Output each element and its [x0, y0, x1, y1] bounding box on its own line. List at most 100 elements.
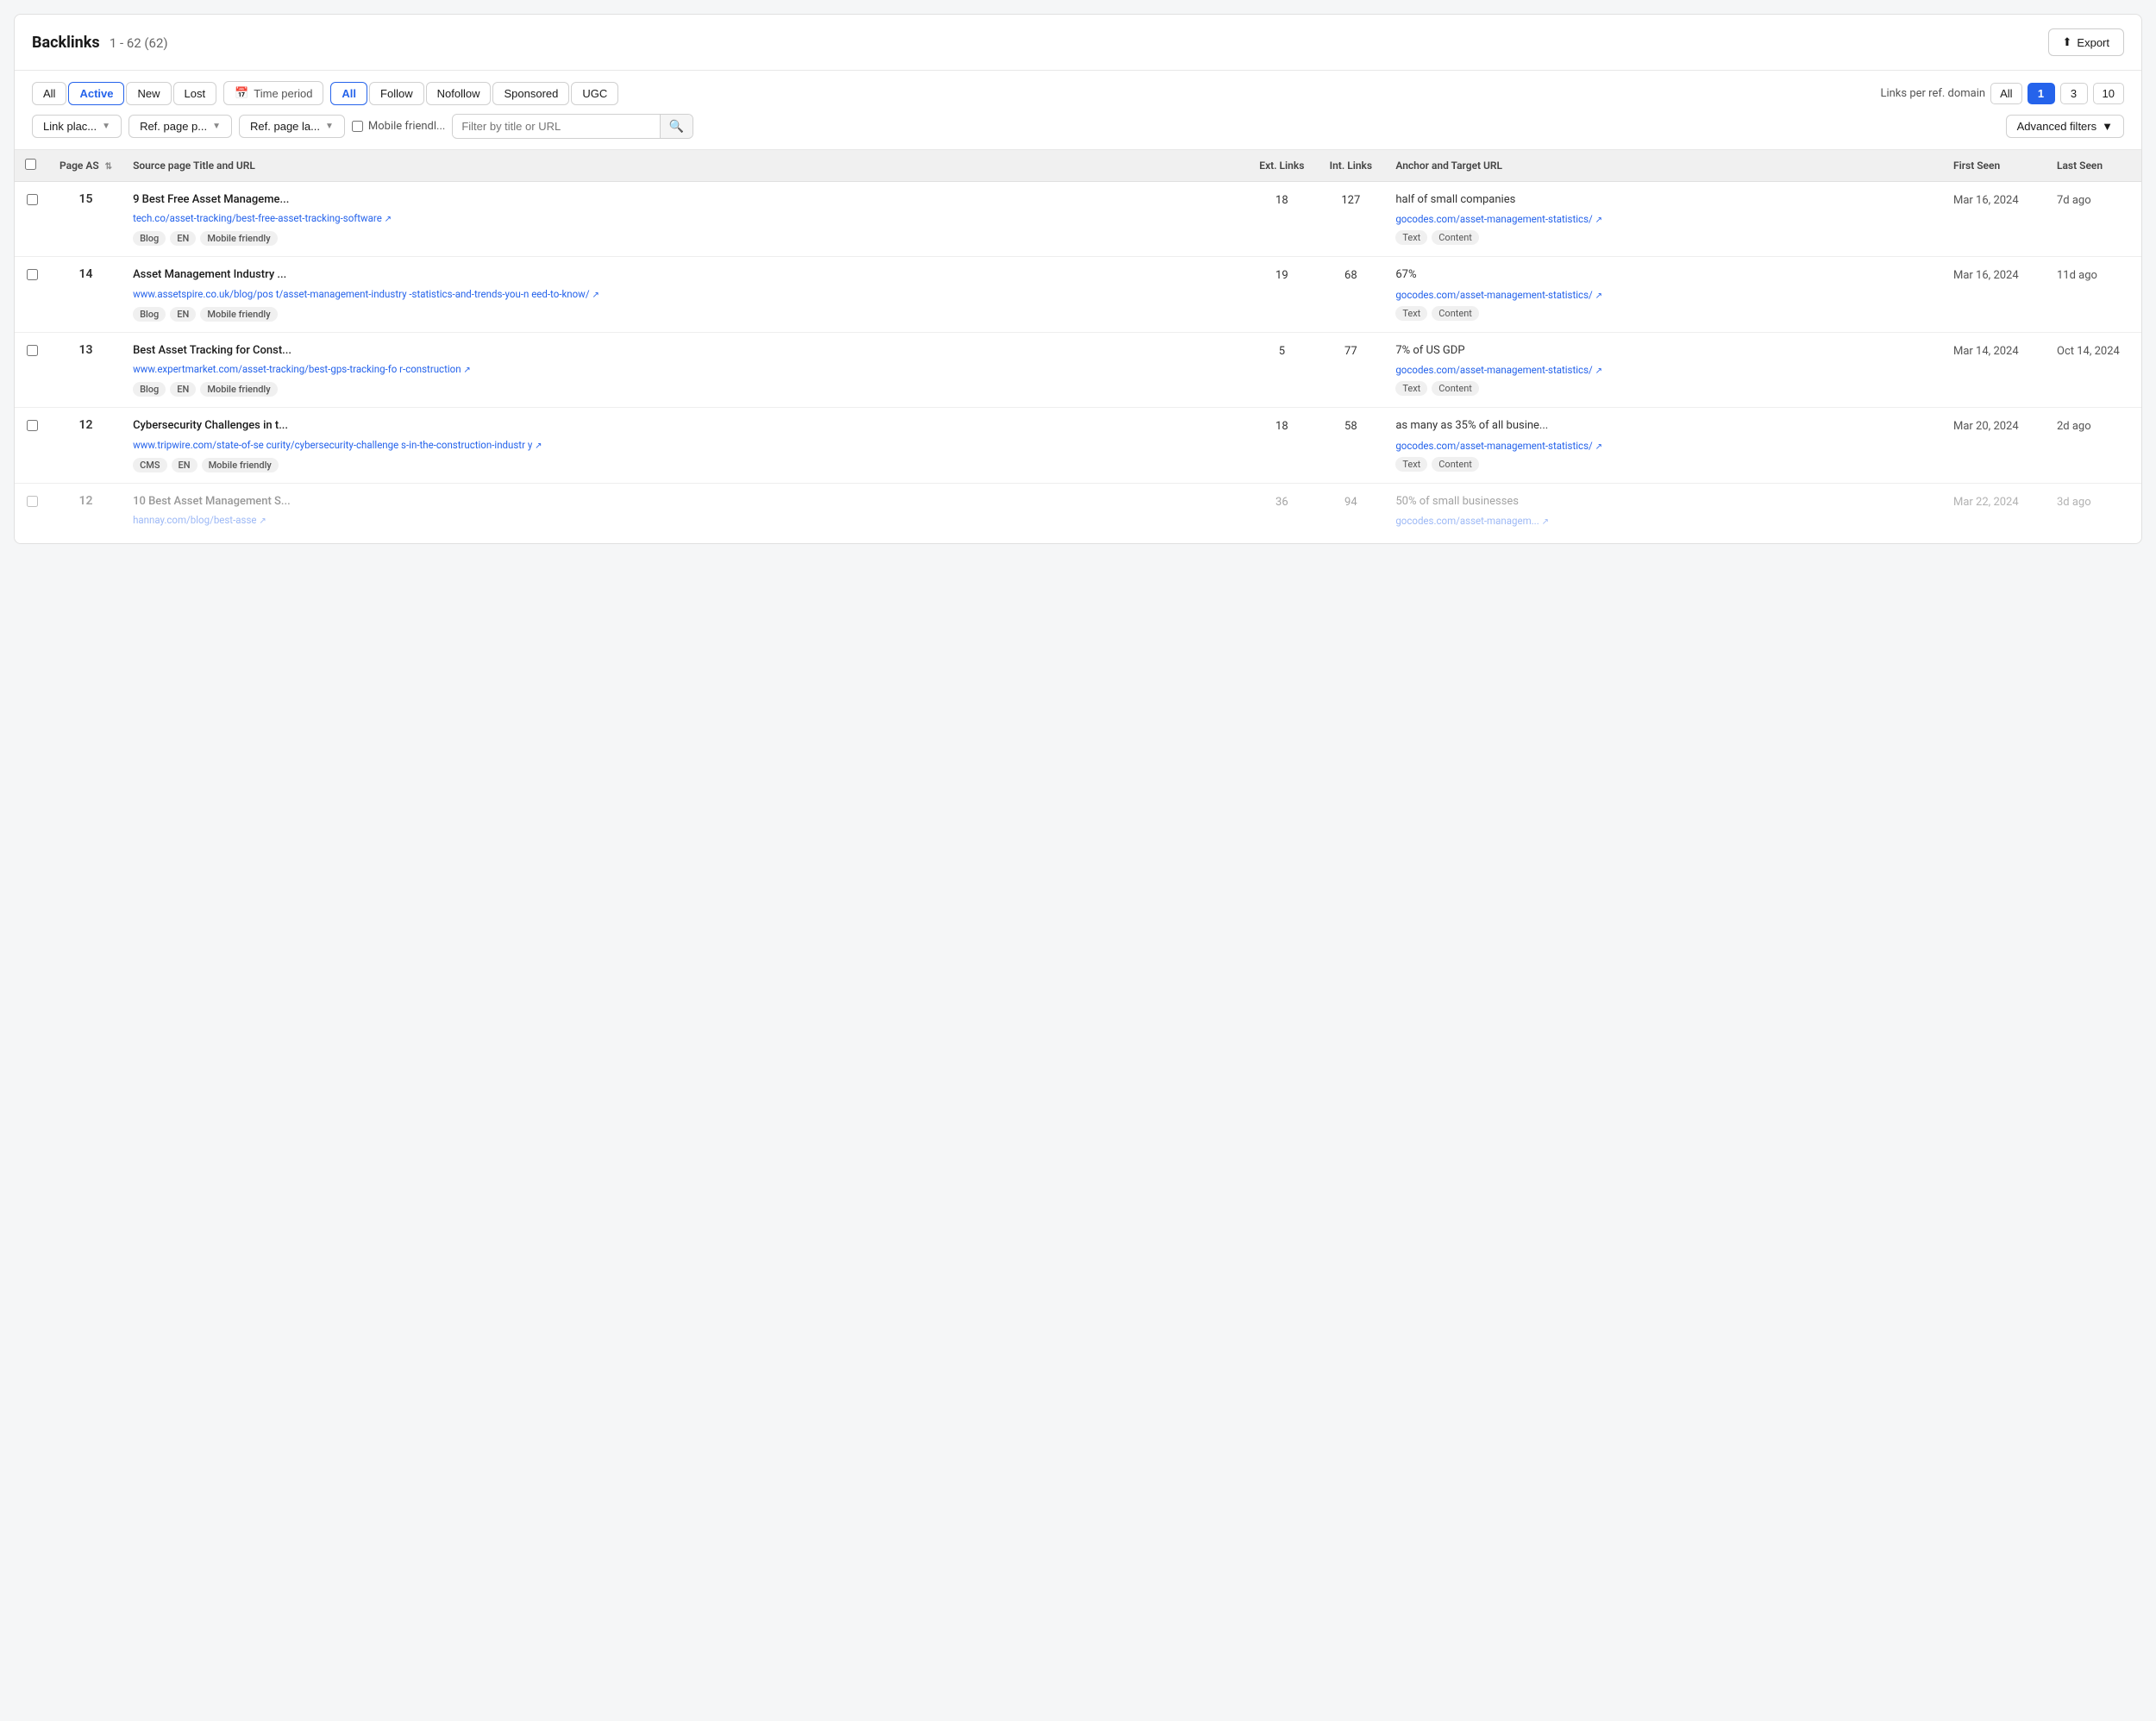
source-url[interactable]: www.assetspire.co.uk/blog/pos t/asset-ma… [133, 287, 1237, 302]
status-filter-all[interactable]: All [32, 82, 66, 105]
external-link-icon: ↗ [385, 215, 392, 224]
status-filter-active[interactable]: Active [68, 82, 124, 105]
link-type-nofollow[interactable]: Nofollow [426, 82, 492, 105]
ref-page-lang-dropdown[interactable]: Ref. page la... ▼ [239, 115, 345, 138]
anchor-url-link[interactable]: gocodes.com/asset-managem... [1395, 515, 1539, 527]
link-type-sponsored[interactable]: Sponsored [492, 82, 569, 105]
source-title: 9 Best Free Asset Manageme... [133, 192, 1237, 208]
source-url-link[interactable]: www.assetspire.co.uk/blog/pos t/asset-ma… [133, 288, 590, 300]
row-ext-links: 36 [1247, 483, 1316, 543]
anchor-url[interactable]: gocodes.com/asset-management-statistics/… [1395, 364, 1933, 376]
source-tag: EN [170, 382, 196, 397]
external-link-icon: ↗ [592, 291, 599, 300]
external-link-icon: ↗ [1595, 366, 1602, 376]
table-body: 15 9 Best Free Asset Manageme... tech.co… [15, 182, 2141, 544]
source-url-link[interactable]: www.expertmarket.com/asset-tracking/best… [133, 363, 461, 375]
mobile-friendly-checkbox[interactable] [352, 121, 363, 132]
anchor-tag: Content [1432, 306, 1479, 321]
row-anchor: half of small companies gocodes.com/asse… [1385, 182, 1943, 257]
search-button[interactable]: 🔍 [660, 115, 693, 138]
link-type-filter-group: All Follow Nofollow Sponsored UGC [330, 82, 618, 105]
row-checkbox-cell [15, 182, 49, 257]
sort-icon: ⇅ [105, 162, 112, 172]
table-row: 12 Cybersecurity Challenges in t... www.… [15, 408, 2141, 483]
row-int-links: 58 [1316, 408, 1385, 483]
row-first-seen: Mar 16, 2024 [1943, 182, 2046, 257]
source-url[interactable]: www.expertmarket.com/asset-tracking/best… [133, 362, 1237, 377]
lpd-10[interactable]: 10 [2093, 83, 2124, 104]
th-ext-links: Ext. Links [1247, 150, 1316, 182]
source-tag: Mobile friendly [202, 458, 279, 472]
anchor-url[interactable]: gocodes.com/asset-management-statistics/… [1395, 289, 1933, 301]
ref-page-prop-dropdown[interactable]: Ref. page p... ▼ [128, 115, 232, 138]
select-all-checkbox[interactable] [25, 159, 36, 170]
status-filter-group: All Active New Lost [32, 82, 216, 105]
row-checkbox[interactable] [27, 269, 38, 280]
anchor-url-link[interactable]: gocodes.com/asset-management-statistics/ [1395, 289, 1592, 301]
anchor-text: 50% of small businesses [1395, 494, 1933, 510]
row-checkbox[interactable] [27, 194, 38, 205]
calendar-icon: 📅 [235, 86, 248, 100]
row-checkbox[interactable] [27, 420, 38, 431]
anchor-url-link[interactable]: gocodes.com/asset-management-statistics/ [1395, 213, 1592, 225]
source-tags: BlogENMobile friendly [133, 382, 1237, 397]
row-int-links: 127 [1316, 182, 1385, 257]
anchor-tag: Text [1395, 306, 1427, 321]
search-input[interactable] [453, 116, 660, 137]
th-page-as[interactable]: Page AS ⇅ [49, 150, 122, 182]
link-type-follow[interactable]: Follow [369, 82, 424, 105]
source-url[interactable]: hannay.com/blog/best-asse ↗ [133, 513, 1237, 528]
source-tag: CMS [133, 458, 166, 472]
link-type-ugc[interactable]: UGC [571, 82, 618, 105]
anchor-url[interactable]: gocodes.com/asset-management-statistics/… [1395, 213, 1933, 225]
mobile-friendly-checkbox-label[interactable]: Mobile friendl... [352, 120, 445, 133]
row-first-seen: Mar 16, 2024 [1943, 257, 2046, 332]
advanced-filters-button[interactable]: Advanced filters ▼ [2006, 115, 2124, 138]
anchor-url[interactable]: gocodes.com/asset-managem... ↗ [1395, 515, 1933, 527]
row-checkbox-cell [15, 408, 49, 483]
anchor-url-link[interactable]: gocodes.com/asset-management-statistics/ [1395, 440, 1592, 452]
backlinks-panel: Backlinks 1 - 62 (62) ⬆ Export All Activ… [14, 14, 2142, 544]
anchor-tag: Text [1395, 230, 1427, 245]
th-source: Source page Title and URL [122, 150, 1247, 182]
row-page-as: 12 [49, 408, 122, 483]
row-ext-links: 5 [1247, 332, 1316, 407]
source-url-link[interactable]: www.tripwire.com/state-of-se curity/cybe… [133, 439, 532, 451]
table-row: 15 9 Best Free Asset Manageme... tech.co… [15, 182, 2141, 257]
backlinks-table: Page AS ⇅ Source page Title and URL Ext.… [15, 150, 2141, 543]
lpd-3[interactable]: 3 [2060, 83, 2088, 104]
anchor-url[interactable]: gocodes.com/asset-management-statistics/… [1395, 440, 1933, 452]
source-tag: Blog [133, 307, 166, 322]
export-button[interactable]: ⬆ Export [2048, 28, 2124, 56]
source-tag: Blog [133, 231, 166, 246]
source-url[interactable]: www.tripwire.com/state-of-se curity/cybe… [133, 438, 1237, 453]
row-source: 9 Best Free Asset Manageme... tech.co/as… [122, 182, 1247, 257]
source-url[interactable]: tech.co/asset-tracking/best-free-asset-t… [133, 211, 1237, 226]
link-type-all[interactable]: All [330, 82, 367, 105]
anchor-tag: Content [1432, 457, 1479, 472]
anchor-text: 7% of US GDP [1395, 343, 1933, 359]
external-link-icon: ↗ [259, 516, 266, 526]
status-filter-new[interactable]: New [126, 82, 171, 105]
lpd-all[interactable]: All [1990, 83, 2021, 104]
header-title-group: Backlinks 1 - 62 (62) [32, 34, 168, 52]
anchor-tags: TextContent [1395, 230, 1933, 245]
row-checkbox[interactable] [27, 345, 38, 356]
row-checkbox-cell [15, 257, 49, 332]
row-first-seen: Mar 14, 2024 [1943, 332, 2046, 407]
source-title: Asset Management Industry ... [133, 267, 1237, 283]
chevron-down-icon: ▼ [102, 122, 110, 131]
row-checkbox[interactable] [27, 496, 38, 507]
search-field-wrap: 🔍 [452, 114, 693, 139]
table-row: 12 10 Best Asset Management S... hannay.… [15, 483, 2141, 543]
anchor-url-link[interactable]: gocodes.com/asset-management-statistics/ [1395, 364, 1592, 376]
status-filter-lost[interactable]: Lost [173, 82, 217, 105]
anchor-text: 67% [1395, 267, 1933, 283]
lpd-1[interactable]: 1 [2028, 83, 2055, 104]
time-period-button[interactable]: 📅 Time period [223, 81, 323, 105]
external-link-icon: ↗ [463, 366, 470, 375]
source-url-link[interactable]: tech.co/asset-tracking/best-free-asset-t… [133, 212, 382, 224]
row-checkbox-cell [15, 332, 49, 407]
source-url-link[interactable]: hannay.com/blog/best-asse [133, 514, 256, 526]
link-placement-dropdown[interactable]: Link plac... ▼ [32, 115, 122, 138]
